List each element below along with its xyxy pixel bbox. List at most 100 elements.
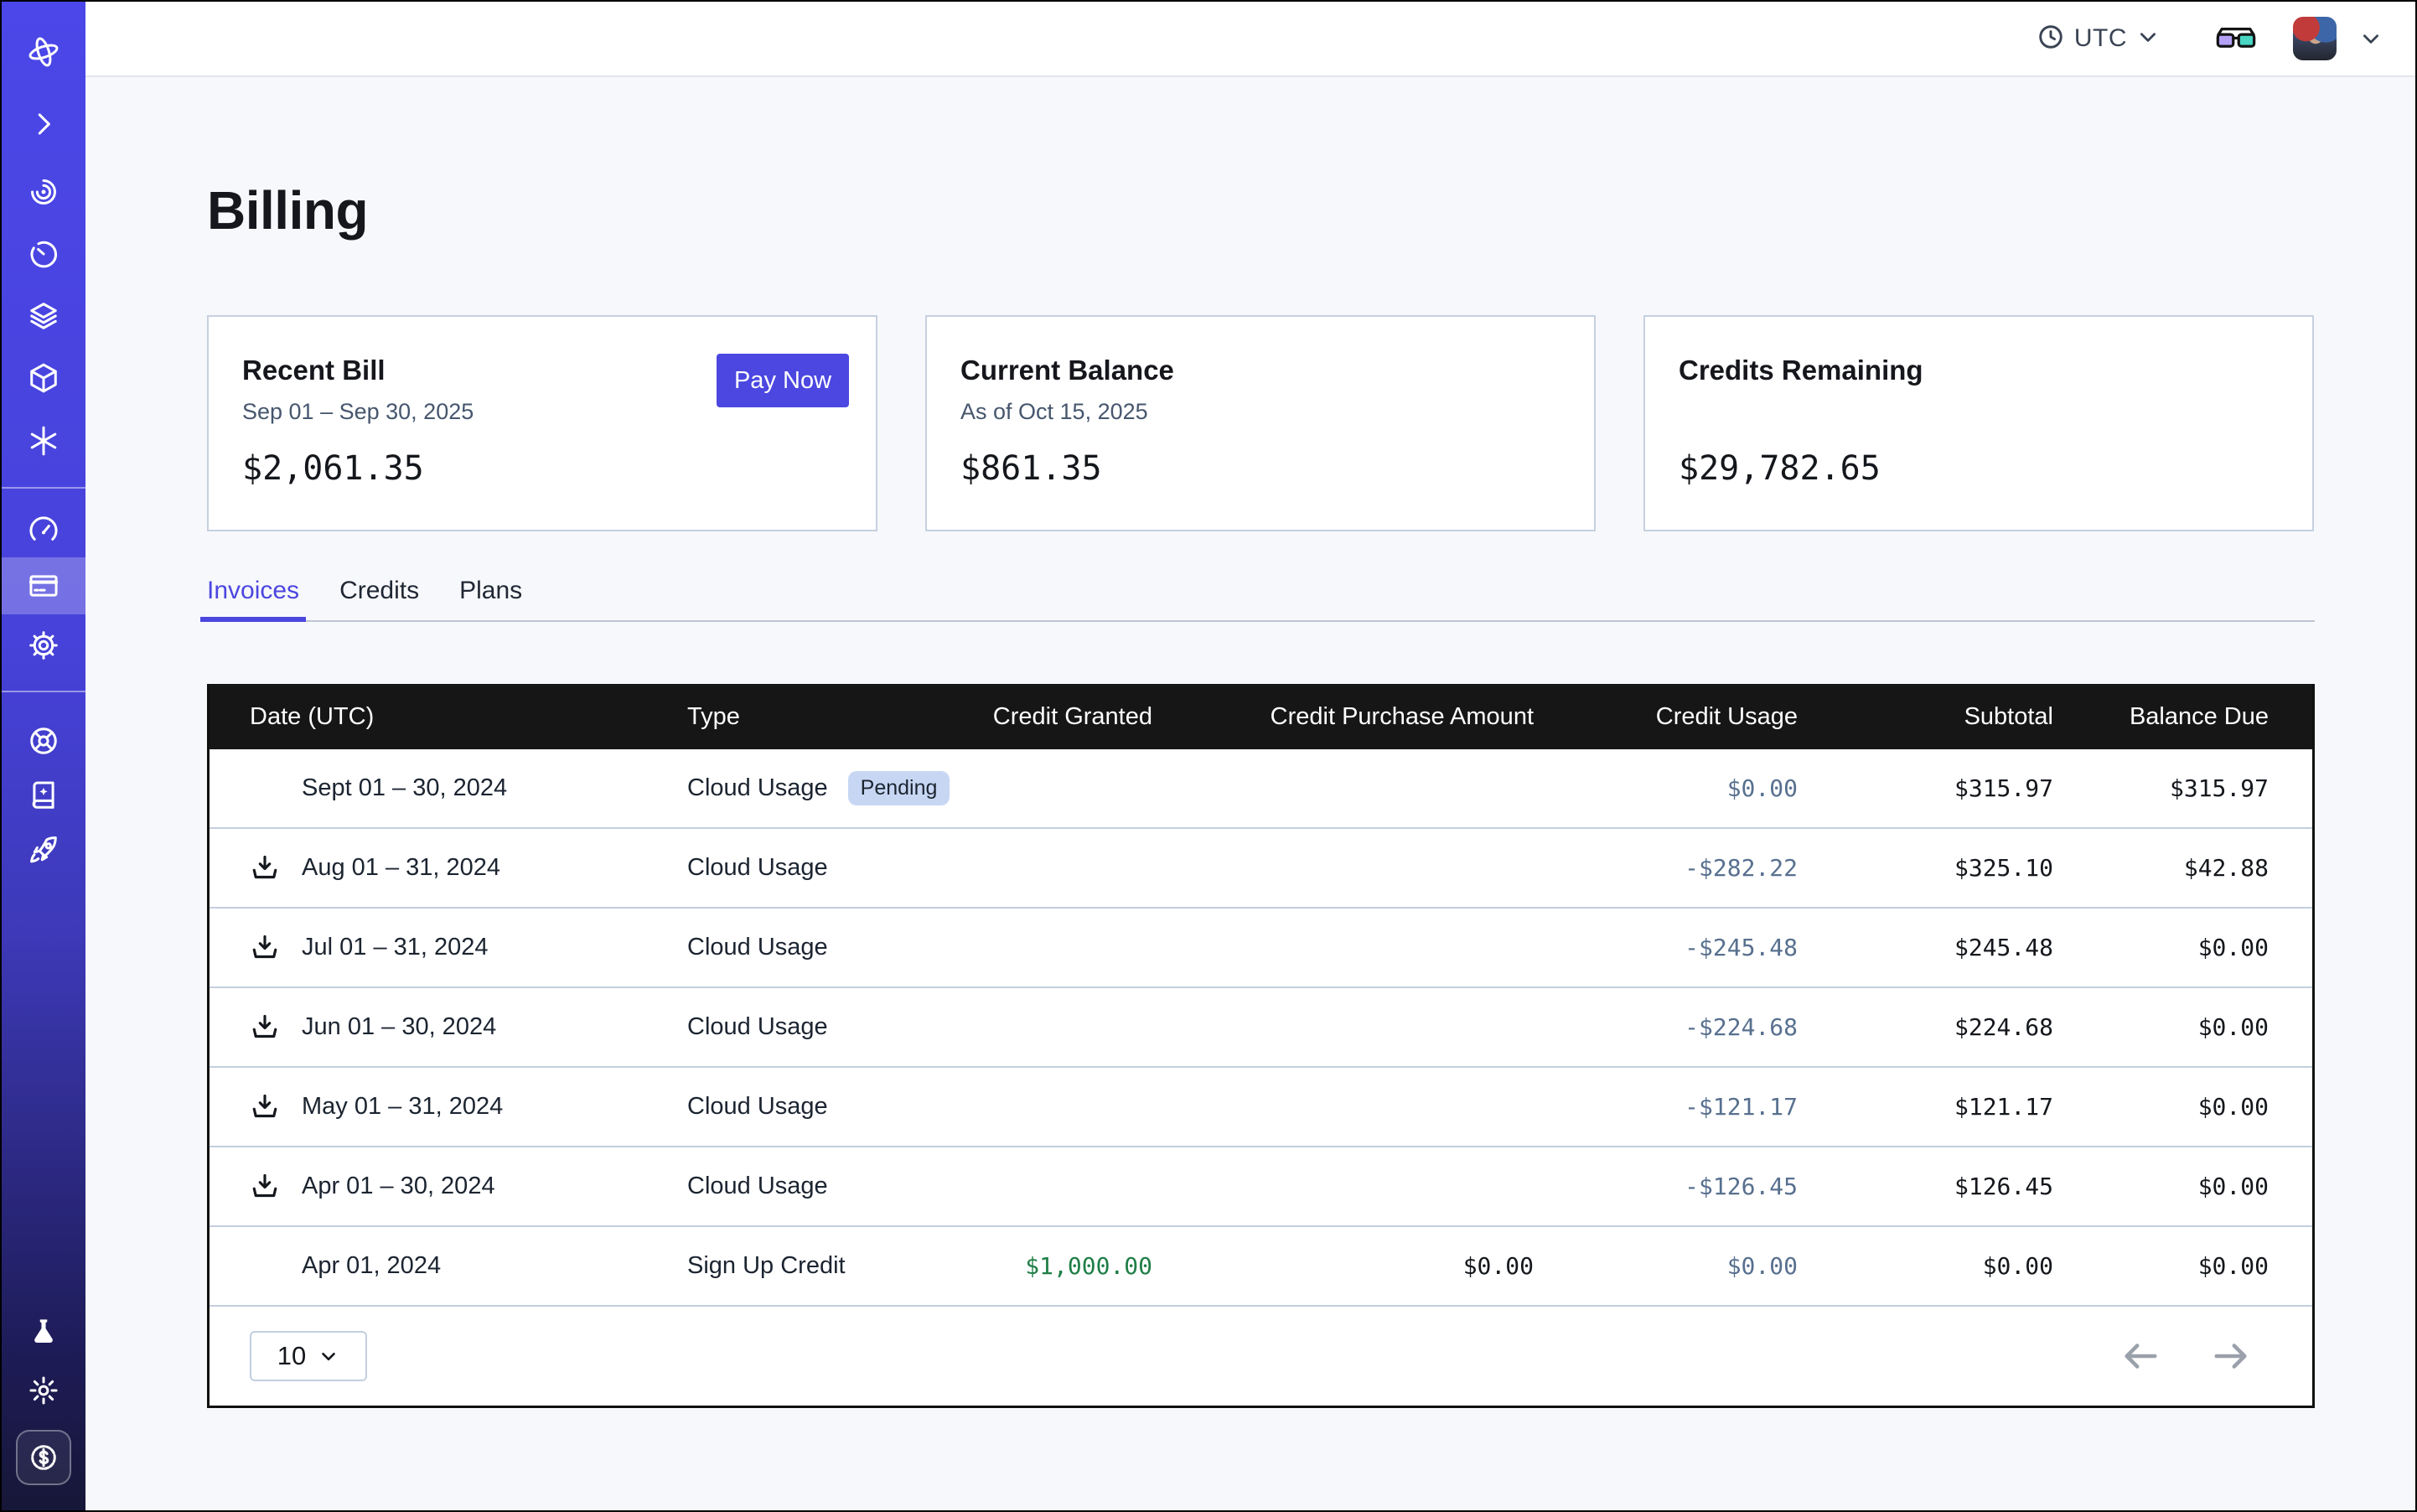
- flask-icon[interactable]: [2, 1303, 85, 1360]
- invoice-type: Cloud Usage: [687, 1173, 828, 1200]
- clock-icon: [2037, 23, 2064, 54]
- col-credit-granted: Credit Granted: [960, 684, 1152, 749]
- invoice-type: Cloud Usage: [687, 854, 828, 882]
- credit-usage-value: -$126.45: [1534, 1147, 1798, 1225]
- sun-icon[interactable]: [2, 1362, 85, 1419]
- credits-remaining-amount: $29,782.65: [1679, 449, 2279, 488]
- invoices-table: Date (UTC) Type Credit Granted Credit Pu…: [207, 684, 2315, 1408]
- balance-due-value: $42.88: [2053, 829, 2312, 907]
- download-invoice-icon[interactable]: [250, 1171, 282, 1203]
- subtotal-value: $126.45: [1798, 1147, 2053, 1225]
- tab-invoices[interactable]: Invoices: [200, 568, 306, 622]
- invoice-type: Cloud Usage: [687, 1093, 828, 1121]
- page-size-select[interactable]: 10: [250, 1331, 367, 1381]
- page-size-value: 10: [277, 1341, 306, 1371]
- download-invoice-icon[interactable]: [250, 852, 282, 884]
- download-invoice-icon[interactable]: [250, 1012, 282, 1043]
- credit-granted-value: [960, 988, 1152, 1066]
- credit-usage-value: -$224.68: [1534, 988, 1798, 1066]
- subtotal-value: $325.10: [1798, 829, 2053, 907]
- table-row: Sept 01 – 30, 2024 Cloud Usage Pending $0…: [210, 749, 2312, 829]
- settings-icon[interactable]: [2, 617, 85, 674]
- dollar-badge-icon[interactable]: [16, 1430, 71, 1485]
- credit-purchase-value: [1152, 909, 1534, 986]
- prev-page-button[interactable]: [2121, 1337, 2160, 1375]
- gauge-icon[interactable]: [2, 502, 85, 559]
- subtotal-value: $224.68: [1798, 988, 2053, 1066]
- helm-icon[interactable]: [2, 712, 85, 769]
- credit-usage-value: -$121.17: [1534, 1068, 1798, 1146]
- chevron-down-icon[interactable]: [2360, 28, 2382, 49]
- credit-usage-value: $0.00: [1534, 1227, 1798, 1305]
- credit-granted-value: $1,000.00: [960, 1227, 1152, 1305]
- col-credit-purchase: Credit Purchase Amount: [1152, 684, 1534, 749]
- layers-icon[interactable]: [2, 287, 85, 344]
- download-invoice-icon[interactable]: [250, 932, 282, 964]
- col-subtotal: Subtotal: [1798, 684, 2053, 749]
- billing-icon[interactable]: [2, 557, 85, 614]
- recent-bill-amount: $2,061.35: [242, 449, 842, 488]
- subtotal-value: $0.00: [1798, 1227, 2053, 1305]
- expand-sidebar-icon[interactable]: [2, 96, 85, 153]
- balance-due-value: $0.00: [2053, 1227, 2312, 1305]
- subtotal-value: $121.17: [1798, 1068, 2053, 1146]
- pay-now-button[interactable]: Pay Now: [717, 354, 849, 407]
- invoice-date: Apr 01 – 30, 2024: [302, 1173, 495, 1200]
- credit-usage-value: $0.00: [1534, 749, 1798, 827]
- table-row: Jun 01 – 30, 2024 Cloud Usage -$224.68 $…: [210, 988, 2312, 1068]
- table-row: Apr 01 – 30, 2024 Cloud Usage -$126.45 $…: [210, 1147, 2312, 1227]
- col-type: Type: [687, 684, 960, 749]
- credit-usage-value: -$282.22: [1534, 829, 1798, 907]
- summary-cards: Recent Bill Sep 01 – Sep 30, 2025 $2,061…: [207, 315, 2314, 531]
- invoice-type: Cloud Usage: [687, 1013, 828, 1041]
- page-title: Billing: [207, 179, 368, 241]
- sidebar: [2, 2, 85, 1510]
- logo-orbit-icon[interactable]: [2, 23, 85, 80]
- invoice-type: Cloud Usage: [687, 774, 828, 802]
- col-balance-due: Balance Due: [2053, 684, 2312, 749]
- credits-remaining-card: Credits Remaining $29,782.65: [1643, 315, 2314, 531]
- table-header: Date (UTC) Type Credit Granted Credit Pu…: [210, 684, 2312, 749]
- invoice-date: Apr 01, 2024: [302, 1252, 441, 1280]
- topbar: UTC: [85, 2, 2415, 77]
- credit-granted-value: [960, 909, 1152, 986]
- invoice-date: Jun 01 – 30, 2024: [302, 1013, 496, 1041]
- 3d-glasses-icon[interactable]: [2214, 26, 2258, 51]
- rocket-icon[interactable]: [2, 822, 85, 879]
- balance-due-value: $0.00: [2053, 1068, 2312, 1146]
- tab-credits[interactable]: Credits: [333, 568, 426, 622]
- avatar[interactable]: [2293, 17, 2337, 60]
- current-balance-card: Current Balance As of Oct 15, 2025 $861.…: [925, 315, 1596, 531]
- docs-icon[interactable]: [2, 767, 85, 824]
- current-balance-amount: $861.35: [960, 449, 1560, 488]
- credit-granted-value: [960, 749, 1152, 827]
- card-title: Credits Remaining: [1679, 354, 2279, 387]
- col-credit-usage: Credit Usage: [1534, 684, 1798, 749]
- col-date: Date (UTC): [210, 684, 687, 749]
- next-page-button[interactable]: [2212, 1337, 2250, 1375]
- status-badge: Pending: [848, 771, 950, 806]
- credit-purchase-value: $0.00: [1152, 1227, 1534, 1305]
- invoice-type: Cloud Usage: [687, 934, 828, 961]
- timezone-select[interactable]: UTC: [2037, 23, 2159, 54]
- balance-due-value: $0.00: [2053, 988, 2312, 1066]
- table-row: Jul 01 – 31, 2024 Cloud Usage -$245.48 $…: [210, 909, 2312, 988]
- invoice-date: Sept 01 – 30, 2024: [302, 774, 507, 802]
- timezone-label: UTC: [2074, 24, 2127, 53]
- credit-granted-value: [960, 1147, 1152, 1225]
- credit-purchase-value: [1152, 1147, 1534, 1225]
- spiral-icon[interactable]: [2, 163, 85, 220]
- balance-due-value: $0.00: [2053, 909, 2312, 986]
- balance-due-value: $315.97: [2053, 749, 2312, 827]
- invoice-date: Jul 01 – 31, 2024: [302, 934, 489, 961]
- tab-plans[interactable]: Plans: [453, 568, 529, 622]
- billing-tabs: Invoices Credits Plans: [207, 568, 2315, 622]
- download-invoice-icon[interactable]: [250, 1091, 282, 1123]
- asterisk-icon[interactable]: [2, 412, 85, 469]
- billing-page: UTC Billing Recent Bill: [0, 0, 2417, 1512]
- cube-icon[interactable]: [2, 350, 85, 406]
- timer-icon[interactable]: [2, 225, 85, 282]
- table-row: May 01 – 31, 2024 Cloud Usage -$121.17 $…: [210, 1068, 2312, 1147]
- credit-purchase-value: [1152, 988, 1534, 1066]
- credit-granted-value: [960, 829, 1152, 907]
